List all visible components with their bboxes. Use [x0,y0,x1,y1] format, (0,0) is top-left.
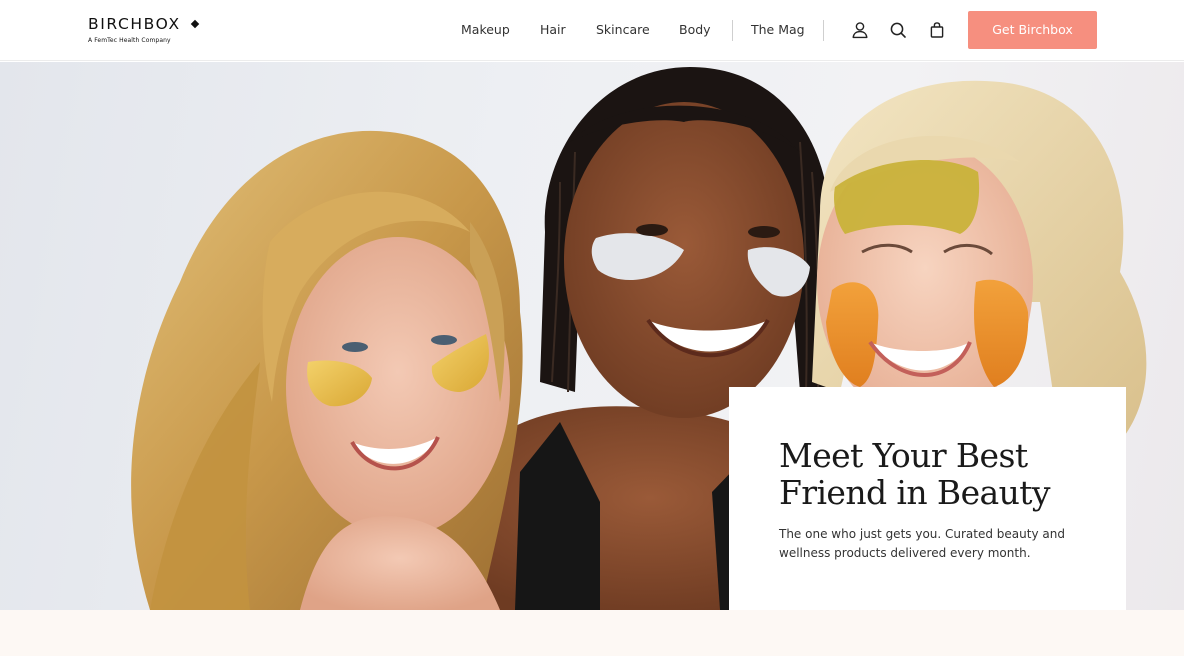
hero-subtitle: The one who just gets you. Curated beaut… [779,527,1065,560]
hero-title: Meet Your Best Friend in Beauty [779,436,1051,512]
search-icon[interactable] [887,19,909,41]
user-icon[interactable] [849,19,871,41]
nav-item-body[interactable]: Body [679,20,711,40]
hero-card: Meet Your Best Friend in Beauty The one … [729,387,1126,610]
nav-item-hair[interactable]: Hair [540,20,566,40]
nav-divider [823,20,824,41]
birchbox-logo[interactable]: BIRCHBOX A FemTec Health Company [88,15,200,45]
logo-diamond-icon [190,19,200,29]
nav-item-makeup[interactable]: Makeup [461,20,510,40]
logo-tagline: A FemTec Health Company [88,37,171,44]
nav-divider [732,20,733,41]
next-section-band [0,610,1184,656]
site-header: BIRCHBOX A FemTec Health Company Makeup … [0,0,1184,61]
nav-item-the-mag[interactable]: The Mag [751,20,805,40]
logo-wordmark: BIRCHBOX [88,15,181,33]
hero-section: Meet Your Best Friend in Beauty The one … [0,62,1184,610]
get-birchbox-button[interactable]: Get Birchbox [968,11,1097,49]
bag-icon[interactable] [926,19,948,41]
nav-item-skincare[interactable]: Skincare [596,20,650,40]
